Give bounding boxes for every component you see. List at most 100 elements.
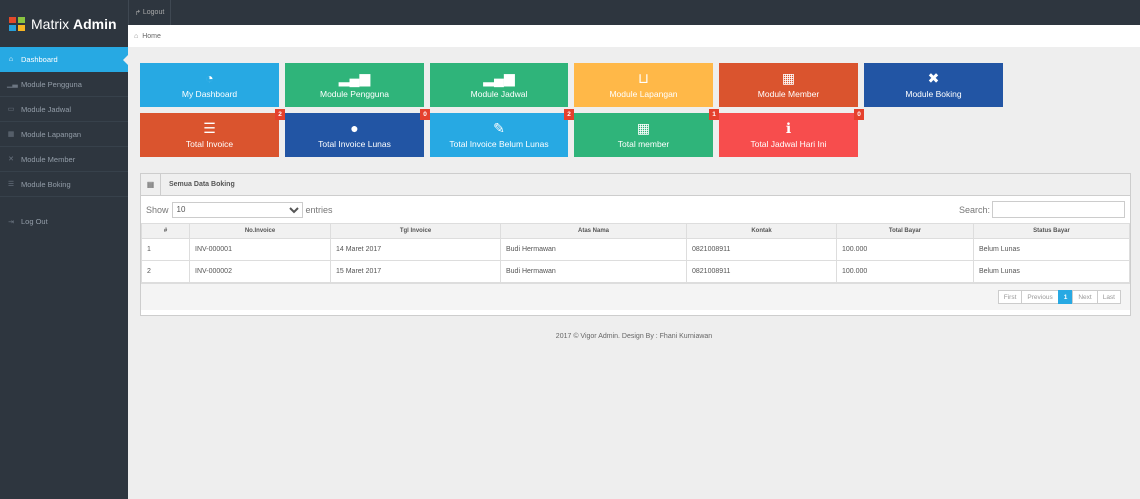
sidebar-item-label: Module Lapangan [21, 129, 82, 139]
column-header[interactable]: # [141, 223, 190, 239]
tile-total-member[interactable]: 1 ▦ Total member [574, 109, 719, 157]
next-page-button[interactable]: Next [1072, 290, 1098, 304]
list-icon: ☰ [7, 181, 15, 188]
brand[interactable]: Matrix Admin [0, 0, 128, 47]
last-page-button[interactable]: Last [1096, 290, 1121, 304]
entries-select[interactable]: 10 [171, 201, 303, 218]
search-input[interactable] [992, 201, 1125, 218]
count-badge: 2 [564, 109, 574, 120]
column-header[interactable]: Kontak [686, 223, 837, 239]
home-icon: ⌂ [134, 32, 139, 40]
pencil-icon: ✎ [493, 120, 505, 136]
table-cell: INV-000001 [189, 238, 331, 261]
sidebar-item-label: Module Jadwal [21, 104, 72, 114]
grid-icon: ▦ [7, 131, 15, 138]
table-cell: 2 [141, 260, 190, 283]
length-control: Show 10 entries [146, 201, 333, 218]
tint-icon: ● [350, 120, 359, 136]
calendar-icon: ▦ [636, 120, 651, 136]
table-cell: 100.000 [836, 260, 974, 283]
sidebar-item-module-jadwal[interactable]: ▭ Module Jadwal [0, 97, 128, 122]
table-cell: 1 [141, 238, 190, 261]
sidebar-item-logout[interactable]: ⇥ Log Out [0, 209, 128, 234]
previous-page-button[interactable]: Previous [1021, 290, 1059, 304]
entries-label: entries [305, 204, 333, 215]
show-label: Show [146, 204, 169, 215]
booking-table: # No.Invoice Tgl Invoice Atas Nama Konta… [141, 223, 1130, 283]
table-cell: 14 Maret 2017 [330, 238, 501, 261]
tile-total-invoice-belum-lunas[interactable]: 2 ✎ Total Invoice Belum Lunas [430, 109, 574, 157]
top-logout-link[interactable]: ↱ Logout [128, 0, 172, 25]
tile-label: Total member [617, 139, 670, 149]
breadcrumb-home[interactable]: Home [142, 33, 161, 40]
sidebar-item-dashboard[interactable]: ⌂ Dashboard [0, 47, 129, 72]
footer-copyright: 2017 © Vigor Admin. Design By : Fhani Ku… [555, 333, 713, 340]
tile-my-dashboard[interactable]: ◔ My Dashboard [140, 63, 279, 107]
tile-total-invoice-lunas[interactable]: 0 ● Total Invoice Lunas [285, 109, 430, 157]
home-icon: ⌂ [8, 56, 14, 63]
table-cell: Belum Lunas [973, 238, 1130, 261]
tile-module-lapangan[interactable]: ⊔ Module Lapangan [574, 63, 713, 107]
table-cell: Belum Lunas [973, 260, 1130, 283]
column-header[interactable]: Tgl Invoice [330, 223, 501, 239]
tile-label: Module Pengguna [319, 89, 389, 99]
list-icon: ☰ [203, 120, 216, 136]
top-logout-label: Logout [142, 9, 165, 16]
inbox-icon: ⊔ [638, 70, 649, 86]
tile-label: My Dashboard [181, 89, 238, 99]
sidebar: ⌂ Dashboard ▁▃ Module Pengguna ▭ Module … [0, 47, 129, 499]
sidebar-item-label: Module Pengguna [21, 79, 82, 89]
tile-label: Total Jadwal Hari Ini [750, 139, 827, 149]
column-header[interactable]: Total Bayar [836, 223, 974, 239]
table-row: 1 INV-000001 14 Maret 2017 Budi Hermawan… [141, 238, 1130, 261]
table-cell: 100.000 [836, 238, 974, 261]
sidebar-item-module-pengguna[interactable]: ▁▃ Module Pengguna [0, 72, 128, 97]
widget-header: ▦ Semua Data Boking [141, 173, 1130, 196]
inbox-icon: ▭ [7, 106, 15, 113]
column-header[interactable]: Atas Nama [500, 223, 687, 239]
tile-module-jadwal[interactable]: ▂▄▆ Module Jadwal [430, 63, 568, 107]
th-icon: ▦ [781, 70, 796, 86]
search-label: Search: [958, 204, 990, 215]
share-icon: ↱ [135, 9, 141, 17]
pagination: First Previous 1 Next Last [997, 290, 1121, 304]
table-cell: INV-000002 [189, 260, 331, 283]
count-badge: 1 [709, 109, 719, 120]
tile-module-boking[interactable]: ✖ Module Boking [864, 63, 1003, 107]
tile-label: Total Invoice Lunas [318, 139, 391, 149]
sidebar-item-module-boking[interactable]: ☰ Module Boking [0, 172, 128, 197]
current-page-button[interactable]: 1 [1057, 290, 1074, 304]
tile-label: Module Lapangan [609, 89, 678, 99]
column-header[interactable]: No.Invoice [189, 223, 331, 239]
tile-total-invoice[interactable]: 2 ☰ Total Invoice [140, 109, 285, 157]
sidebar-item-label: Module Member [21, 154, 76, 164]
tile-label: Total Invoice Belum Lunas [449, 139, 549, 149]
table-cell: Budi Hermawan [500, 260, 687, 283]
sidebar-item-label: Log Out [21, 217, 48, 226]
booking-table-widget: ▦ Semua Data Boking Show 10 entries Sear… [140, 173, 1131, 316]
table-cell: 0821008911 [686, 238, 837, 261]
table-cell: 15 Maret 2017 [330, 260, 501, 283]
tile-total-jadwal-hari-ini[interactable]: 0 ℹ Total Jadwal Hari Ini [719, 109, 864, 157]
sidebar-item-module-lapangan[interactable]: ▦ Module Lapangan [0, 122, 128, 147]
count-badge: 0 [420, 109, 430, 120]
count-badge: 0 [854, 109, 864, 120]
tile-module-member[interactable]: ▦ Module Member [719, 63, 858, 107]
column-header[interactable]: Status Bayar [973, 223, 1130, 239]
tile-label: Module Member [757, 89, 820, 99]
pagination-bar: First Previous 1 Next Last [141, 283, 1130, 310]
sidebar-item-module-member[interactable]: ✕ Module Member [0, 147, 128, 172]
first-page-button[interactable]: First [997, 290, 1023, 304]
brand-name: Matrix Admin [31, 15, 117, 32]
breadcrumb: ⌂ Home [128, 25, 1140, 47]
widget-title: Semua Data Boking [169, 181, 235, 188]
tile-module-pengguna[interactable]: ▂▄▆ Module Pengguna [285, 63, 424, 107]
th-icon: ▦ [141, 173, 161, 196]
table-row: 2 INV-000002 15 Maret 2017 Budi Hermawan… [141, 260, 1130, 283]
search-control: Search: [959, 201, 1125, 218]
dashboard-icon: ◔ [205, 70, 214, 86]
table-cell: Budi Hermawan [500, 238, 687, 261]
tile-label: Total Invoice [185, 139, 234, 149]
table-header-row: # No.Invoice Tgl Invoice Atas Nama Konta… [141, 223, 1130, 239]
